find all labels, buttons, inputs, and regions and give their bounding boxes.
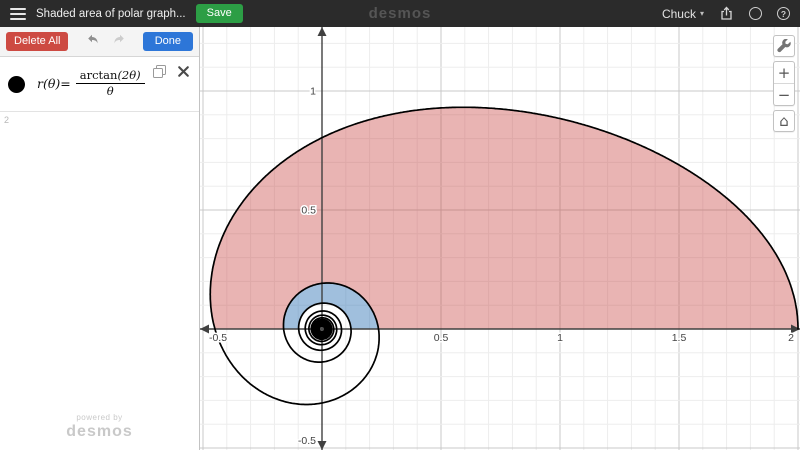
zoom-out-button[interactable]: − — [774, 83, 794, 105]
share-icon[interactable] — [719, 6, 734, 21]
done-button[interactable]: Done — [143, 32, 193, 51]
expression-math[interactable]: r(θ) = arctan(2θ) θ — [37, 69, 145, 100]
color-swatch[interactable] — [8, 76, 25, 93]
fraction: arctan(2θ) θ — [76, 69, 145, 100]
redo-icon[interactable] — [112, 33, 127, 51]
row-number: 2 — [4, 115, 9, 125]
home-icon: ⌂ — [779, 114, 789, 129]
zoom-in-button[interactable]: + — [774, 62, 794, 83]
home-button[interactable]: ⌂ — [773, 110, 795, 132]
svg-text:-0.5: -0.5 — [298, 435, 316, 447]
desmos-watermark: powered by desmos — [0, 413, 199, 441]
svg-text:1: 1 — [310, 85, 316, 97]
wrench-icon — [777, 39, 791, 53]
save-button[interactable]: Save — [196, 4, 243, 23]
svg-text:2: 2 — [788, 332, 794, 344]
svg-text:1.5: 1.5 — [672, 332, 687, 344]
top-bar: Shaded area of polar graph... Save desmo… — [0, 0, 800, 27]
svg-text:1: 1 — [557, 332, 563, 344]
chevron-down-icon: ▾ — [700, 9, 704, 18]
graph-title[interactable]: Shaded area of polar graph... — [36, 8, 186, 20]
svg-text:0.5: 0.5 — [301, 204, 316, 216]
account-menu[interactable]: Chuck ▾ — [662, 7, 704, 21]
undo-icon[interactable] — [85, 33, 100, 51]
zoom-controls: + − — [773, 61, 795, 106]
menu-icon[interactable] — [10, 8, 26, 20]
account-name: Chuck — [662, 7, 696, 21]
expression-row-1[interactable]: r(θ) = arctan(2θ) θ — [0, 57, 199, 112]
desmos-logo: desmos — [369, 5, 432, 22]
profile-icon[interactable] — [749, 7, 762, 20]
help-icon[interactable]: ? — [777, 7, 790, 20]
panel-toolbar: Delete All Done — [0, 27, 199, 57]
svg-text:-0.5: -0.5 — [209, 332, 227, 344]
graph-settings-button[interactable] — [773, 35, 795, 57]
graph-canvas[interactable]: -0.5 0.5 1 1.5 2 1 0.5 -0.5 — [200, 27, 800, 450]
expression-panel: Delete All Done r(θ) = arctan(2θ) θ — [0, 27, 200, 450]
close-icon[interactable] — [177, 65, 190, 83]
graph-area: -0.5 0.5 1 1.5 2 1 0.5 -0.5 + − ⌂ — [200, 27, 800, 450]
expression-row-2[interactable]: 2 — [0, 112, 199, 142]
delete-all-button[interactable]: Delete All — [6, 32, 68, 51]
svg-text:0.5: 0.5 — [434, 332, 449, 344]
duplicate-icon[interactable] — [153, 65, 166, 83]
